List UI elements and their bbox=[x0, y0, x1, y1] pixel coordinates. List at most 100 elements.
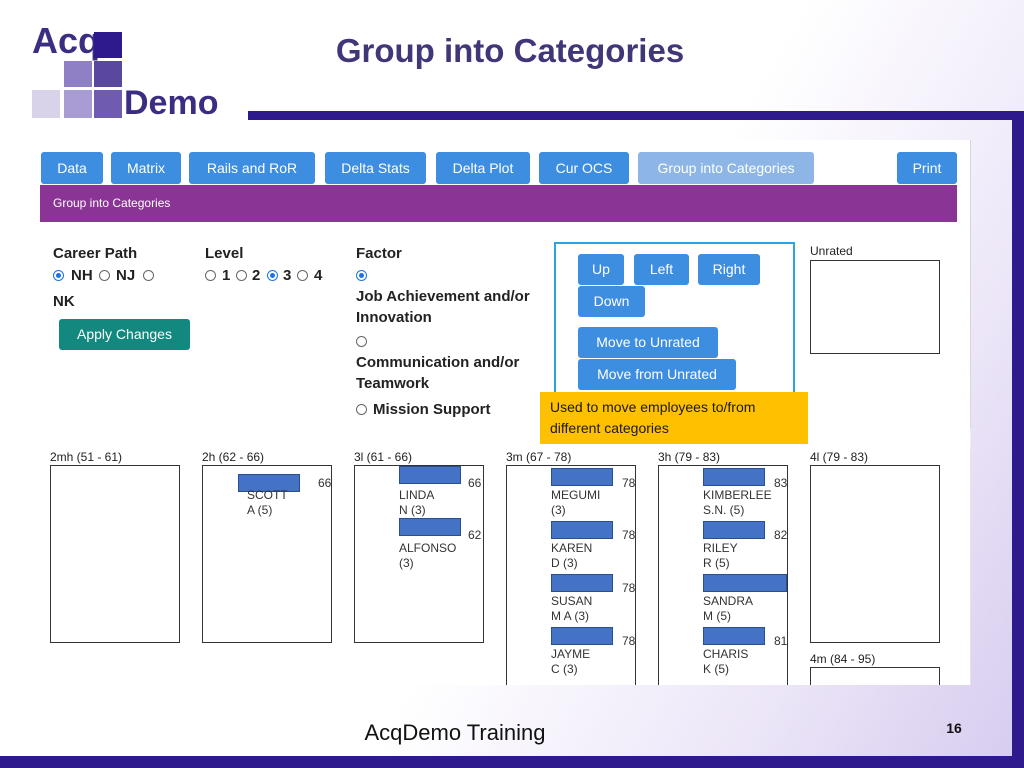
employee-entry[interactable]: KIMBERLEE bbox=[703, 488, 772, 503]
left-button[interactable]: Left bbox=[634, 254, 689, 285]
category-label: 3m (67 - 78) bbox=[506, 450, 572, 464]
radio-nj[interactable] bbox=[99, 270, 110, 281]
radio-communication[interactable] bbox=[356, 336, 367, 347]
app-screenshot: Data Matrix Rails and RoR Delta Stats De… bbox=[40, 140, 970, 685]
logo-square bbox=[94, 90, 122, 118]
redacted-name bbox=[551, 521, 613, 539]
employee-entry[interactable]: SANDRA bbox=[703, 594, 753, 609]
employee-entry[interactable]: M A (3) bbox=[551, 609, 589, 624]
redacted-name bbox=[703, 521, 765, 539]
unrated-list[interactable] bbox=[810, 260, 940, 354]
employee-entry[interactable]: SCOTT bbox=[247, 488, 288, 503]
employee-entry[interactable]: K (5) bbox=[703, 662, 729, 677]
category-list[interactable] bbox=[810, 465, 940, 643]
employee-entry[interactable]: JAYME bbox=[551, 647, 590, 662]
level-label: Level bbox=[205, 245, 244, 262]
redacted-name bbox=[551, 468, 613, 486]
logo-square bbox=[64, 90, 92, 118]
employee-score: 83 bbox=[774, 476, 788, 490]
apply-changes-button[interactable]: Apply Changes bbox=[59, 319, 190, 350]
section-header: Group into Categories bbox=[40, 185, 957, 222]
radio-level-2[interactable] bbox=[236, 270, 247, 281]
radio-level-3-label: 3 bbox=[283, 267, 292, 284]
footer-text: AcqDemo Training bbox=[364, 720, 546, 745]
redacted-name bbox=[703, 468, 765, 486]
radio-mission-support[interactable] bbox=[356, 404, 367, 415]
radio-level-1[interactable] bbox=[205, 270, 216, 281]
employee-score: 66 bbox=[318, 476, 332, 490]
category-list[interactable]: 83 KIMBERLEE S.N. (5) 82 RILEY R (5) SAN… bbox=[658, 465, 788, 685]
tab-data[interactable]: Data bbox=[41, 152, 103, 184]
category-label: 3l (61 - 66) bbox=[354, 450, 413, 464]
radio-level-4-label: 4 bbox=[314, 267, 323, 284]
radio-nh-label: NH bbox=[71, 267, 93, 284]
category-list[interactable]: 66 LINDA N (3) 62 ALFONSO (3) bbox=[354, 465, 484, 643]
employee-entry[interactable]: S.N. (5) bbox=[703, 503, 744, 518]
redacted-name bbox=[551, 574, 613, 592]
slide-title: Group into Categories bbox=[335, 32, 685, 69]
right-button[interactable]: Right bbox=[698, 254, 760, 285]
factor-label: Factor bbox=[356, 245, 402, 262]
tab-matrix[interactable]: Matrix bbox=[111, 152, 181, 184]
employee-entry[interactable]: ALFONSO bbox=[399, 541, 456, 556]
employee-score: 82 bbox=[774, 528, 788, 542]
radio-job-achievement-label: Job Achievement and/or bbox=[356, 288, 530, 305]
side-rule bbox=[1012, 111, 1024, 768]
radio-level-2-label: 2 bbox=[252, 267, 261, 284]
move-from-unrated-button[interactable]: Move from Unrated bbox=[578, 359, 736, 390]
employee-entry[interactable]: SUSAN bbox=[551, 594, 592, 609]
category-label: 2mh (51 - 61) bbox=[50, 450, 123, 464]
employee-entry[interactable]: RILEY bbox=[703, 541, 738, 556]
category-label: 3h (79 - 83) bbox=[658, 450, 721, 464]
tab-bar: Data Matrix Rails and RoR Delta Stats De… bbox=[40, 152, 970, 184]
tab-delta-stats[interactable]: Delta Stats bbox=[325, 152, 426, 184]
employee-entry[interactable]: C (3) bbox=[551, 662, 578, 677]
employee-entry[interactable]: LINDA bbox=[399, 488, 434, 503]
header-rule bbox=[248, 111, 1024, 120]
employee-entry[interactable]: A (5) bbox=[247, 503, 272, 518]
radio-level-4[interactable] bbox=[297, 270, 308, 281]
unrated-label: Unrated bbox=[810, 244, 853, 258]
employee-entry[interactable]: (3) bbox=[399, 556, 414, 571]
logo-text-acq: Acq bbox=[32, 20, 101, 61]
category-list[interactable] bbox=[50, 465, 180, 643]
radio-job-achievement[interactable] bbox=[356, 270, 367, 281]
category-list[interactable]: 66 SCOTT A (5) bbox=[202, 465, 332, 643]
employee-score: 78 bbox=[622, 634, 636, 648]
employee-entry[interactable]: CHARIS bbox=[703, 647, 748, 662]
redacted-name bbox=[703, 627, 765, 645]
employee-entry[interactable]: R (5) bbox=[703, 556, 730, 571]
tab-delta-plot[interactable]: Delta Plot bbox=[436, 152, 530, 184]
move-to-unrated-button[interactable]: Move to Unrated bbox=[578, 327, 718, 358]
acqdemo-logo: Acq Demo bbox=[32, 20, 222, 126]
redacted-name bbox=[399, 518, 461, 536]
employee-entry[interactable]: N (3) bbox=[399, 503, 426, 518]
employee-score: 62 bbox=[468, 528, 482, 542]
radio-job-achievement-label: Innovation bbox=[356, 309, 432, 326]
employee-score: 78 bbox=[622, 581, 636, 595]
category-list[interactable]: 78 MEGUMI (3) 78 KAREN D (3) 78 SUSAN M … bbox=[506, 465, 636, 685]
redacted-name bbox=[399, 466, 461, 484]
radio-nh[interactable] bbox=[53, 270, 64, 281]
down-button[interactable]: Down bbox=[578, 286, 645, 317]
radio-level-3[interactable] bbox=[267, 270, 278, 281]
category-list[interactable] bbox=[810, 667, 940, 685]
logo-square bbox=[32, 90, 60, 118]
redacted-name bbox=[551, 627, 613, 645]
employee-score: 81 bbox=[774, 634, 788, 648]
employee-score: 78 bbox=[622, 476, 636, 490]
tab-print[interactable]: Print bbox=[897, 152, 957, 184]
employee-entry[interactable]: MEGUMI bbox=[551, 488, 600, 503]
employee-entry[interactable]: KAREN bbox=[551, 541, 592, 556]
radio-mission-support-label: Mission Support bbox=[373, 401, 491, 418]
radio-nk[interactable] bbox=[143, 270, 154, 281]
tab-cur-ocs[interactable]: Cur OCS bbox=[539, 152, 629, 184]
tab-rails-ror[interactable]: Rails and RoR bbox=[189, 152, 315, 184]
employee-entry[interactable]: M (5) bbox=[703, 609, 731, 624]
redacted-name bbox=[703, 574, 787, 592]
employee-entry[interactable]: D (3) bbox=[551, 556, 578, 571]
up-button[interactable]: Up bbox=[578, 254, 624, 285]
tab-group-into-categories[interactable]: Group into Categories bbox=[638, 152, 814, 184]
radio-communication-label: Communication and/or bbox=[356, 354, 520, 371]
employee-entry[interactable]: (3) bbox=[551, 503, 566, 518]
